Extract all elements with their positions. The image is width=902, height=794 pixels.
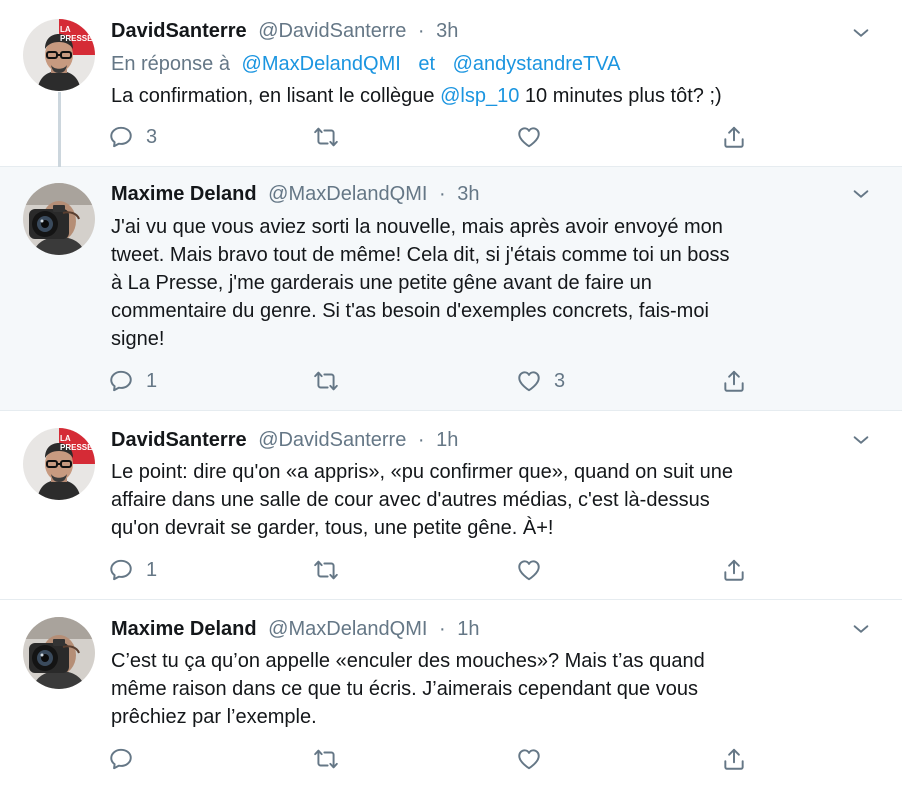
action-bar: 3 [108,122,768,152]
like-button[interactable] [516,122,554,152]
retweet-icon [313,124,339,150]
timestamp[interactable]: 1h [436,429,458,451]
reply-icon [108,746,134,772]
tweet-text-line: à La Presse, j'me garderais une petite g… [111,272,652,294]
mention-link[interactable]: @MaxDelandQMI [242,53,401,75]
timestamp[interactable]: 3h [457,183,479,205]
avatar[interactable] [23,617,95,689]
action-bar [108,744,768,774]
tweet-focused[interactable]: Maxime Deland @MaxDelandQMI · 3h J'ai vu… [0,167,902,411]
tweet-text-line: prêchiez par l’exemple. [111,706,317,728]
tweet-text-line: signe! [111,328,165,350]
chevron-down-icon[interactable] [850,429,872,451]
retweet-button[interactable] [313,122,351,152]
retweet-icon [313,557,339,583]
retweet-button[interactable] [313,366,351,396]
retweet-icon [313,746,339,772]
avatar[interactable] [23,183,95,255]
action-bar: 1 [108,555,768,585]
like-icon [516,557,542,583]
tweet-text-line: même raison dans ce que tu écris. J’aime… [111,678,698,700]
tweet-text: La confirmation, en lisant le collègue @… [111,82,881,110]
tweet[interactable]: LA PRESSE DavidSanterre @DavidSanterre ·… [0,0,902,167]
reply-icon [108,557,134,583]
retweet-button[interactable] [313,555,351,585]
like-button[interactable]: 3 [516,366,565,396]
share-button[interactable] [721,366,747,396]
tweet-header: Maxime Deland @MaxDelandQMI · 1h [111,618,479,641]
tweet-header: Maxime Deland @MaxDelandQMI · 3h [111,183,479,206]
share-icon [721,746,747,772]
la-presse-logo: LA PRESSE [60,434,93,452]
mention-link[interactable]: @andystandreTVA [453,53,621,75]
retweet-button[interactable] [313,744,351,774]
reply-context: En réponse à @MaxDelandQMI et @andystand… [111,53,620,76]
like-button[interactable] [516,744,554,774]
author-handle[interactable]: @MaxDelandQMI [268,183,427,205]
separator-dot: · [417,20,425,42]
reply-and[interactable]: et [418,53,435,75]
la-presse-logo: LA PRESSE [60,25,93,43]
tweet-text: C’est tu ça qu’on appelle «enculer des m… [111,647,881,731]
avatar[interactable]: LA PRESSE [23,19,95,91]
tweet-text-line: Le point: dire qu'on «a appris», «pu con… [111,461,734,483]
timestamp[interactable]: 1h [457,618,479,640]
author-name[interactable]: Maxime Deland [111,618,257,640]
reply-count: 3 [146,125,158,148]
reply-prefix: En réponse à [111,53,230,75]
reply-count: 1 [146,369,158,392]
tweet-text: Le point: dire qu'on «a appris», «pu con… [111,458,881,542]
share-icon [721,557,747,583]
like-icon [516,746,542,772]
tweet-header: DavidSanterre @DavidSanterre · 3h [111,20,458,43]
like-button[interactable] [516,555,554,585]
tweet-text-line: qu'on devrait se garder, tous, une petit… [111,517,554,539]
retweet-icon [313,368,339,394]
author-handle[interactable]: @DavidSanterre [258,429,406,451]
chevron-down-icon[interactable] [850,618,872,640]
avatar[interactable]: LA PRESSE [23,428,95,500]
share-button[interactable] [721,555,747,585]
reply-button[interactable] [108,744,146,774]
tweet[interactable]: LA PRESSE DavidSanterre @DavidSanterre ·… [0,411,902,600]
tweet-text: J'ai vu que vous aviez sorti la nouvelle… [111,213,881,353]
action-bar: 1 3 [108,366,768,396]
reply-button[interactable]: 1 [108,555,157,585]
tweet-text-line: C’est tu ça qu’on appelle «enculer des m… [111,650,705,672]
reply-icon [108,124,134,150]
tweet-header: DavidSanterre @DavidSanterre · 1h [111,429,458,452]
author-name[interactable]: Maxime Deland [111,183,257,205]
tweet-text-segment: La confirmation, en lisant le collègue [111,85,435,107]
conversation-timeline: LA PRESSE DavidSanterre @DavidSanterre ·… [0,0,902,794]
reply-button[interactable]: 3 [108,122,157,152]
chevron-down-icon[interactable] [850,22,872,44]
thread-connector-line [58,92,61,167]
tweet-text-line: J'ai vu que vous aviez sorti la nouvelle… [111,216,723,238]
like-count: 3 [554,369,566,392]
author-name[interactable]: DavidSanterre [111,429,247,451]
share-icon [721,368,747,394]
reply-count: 1 [146,558,158,581]
share-button[interactable] [721,122,747,152]
separator-dot: · [438,618,446,640]
like-icon [516,368,542,394]
like-icon [516,124,542,150]
share-button[interactable] [721,744,747,774]
share-icon [721,124,747,150]
author-handle[interactable]: @DavidSanterre [258,20,406,42]
separator-dot: · [438,183,446,205]
tweet[interactable]: Maxime Deland @MaxDelandQMI · 1h C’est t… [0,600,902,794]
author-handle[interactable]: @MaxDelandQMI [268,618,427,640]
tweet-text-segment: 10 minutes plus tôt? ;) [524,85,722,107]
separator-dot: · [417,429,425,451]
reply-icon [108,368,134,394]
author-name[interactable]: DavidSanterre [111,20,247,42]
timestamp[interactable]: 3h [436,20,458,42]
tweet-text-line: commentaire du genre. Si t'as besoin d'e… [111,300,709,322]
tweet-text-line: affaire dans une salle de cour avec d'au… [111,489,710,511]
tweet-text-line: tweet. Mais bravo tout de même! Cela dit… [111,244,730,266]
reply-button[interactable]: 1 [108,366,157,396]
chevron-down-icon[interactable] [850,183,872,205]
mention-link[interactable]: @lsp_10 [440,85,519,107]
